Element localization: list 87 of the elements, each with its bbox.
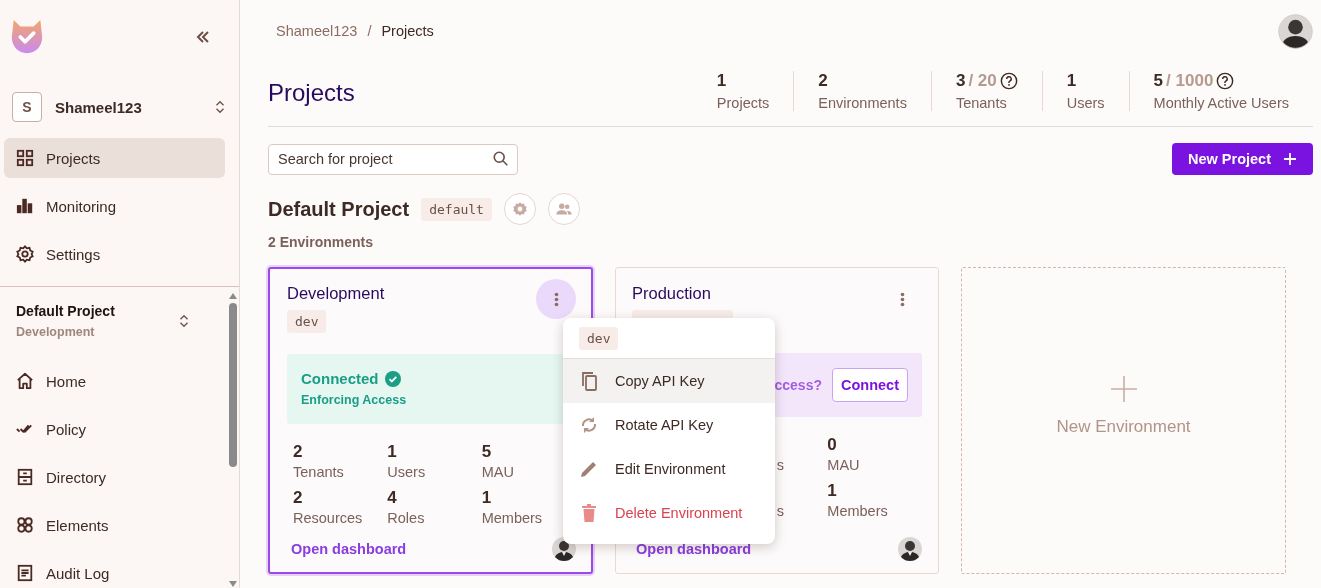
nav-item[interactable]: Audit Log bbox=[4, 553, 225, 588]
chevron-updown-icon[interactable] bbox=[213, 100, 227, 114]
stat-label: Members bbox=[827, 503, 889, 519]
stat-label: MAU bbox=[481, 463, 515, 480]
open-dashboard-link[interactable]: Open dashboard bbox=[636, 541, 752, 557]
help-icon[interactable] bbox=[999, 72, 1018, 90]
avatar bbox=[898, 537, 922, 561]
nav-item[interactable]: Projects bbox=[4, 138, 225, 178]
breadcrumb-link[interactable]: Shameel123 bbox=[276, 23, 358, 39]
org-name: Shameel123 bbox=[55, 98, 143, 116]
plus-icon bbox=[1283, 152, 1297, 166]
menu-item[interactable]: Copy API Key bbox=[563, 359, 775, 403]
trash-icon bbox=[579, 503, 599, 523]
plus-icon bbox=[1109, 374, 1138, 403]
pencil-icon bbox=[579, 459, 599, 479]
circles-icon bbox=[16, 516, 34, 534]
project-name: Default Project bbox=[16, 303, 116, 319]
search-field[interactable]: Search for project bbox=[268, 143, 518, 175]
stat-label: MAU bbox=[827, 457, 861, 473]
breadcrumb-separator: / bbox=[367, 23, 372, 39]
stat-value: 3 bbox=[955, 71, 966, 91]
nav-item[interactable]: Settings bbox=[4, 234, 225, 274]
org-initial: S bbox=[12, 92, 42, 122]
stat-label: Roles bbox=[387, 509, 426, 526]
stat-value: 2 bbox=[293, 487, 304, 508]
stat-value: 2 bbox=[293, 441, 304, 462]
nav-item[interactable]: Directory bbox=[4, 457, 225, 497]
stat-limit: / 20 bbox=[968, 71, 997, 91]
stat-value: 1 bbox=[716, 71, 727, 91]
status-detail: Enforcing Access bbox=[301, 393, 408, 408]
environment-tag: dev bbox=[579, 326, 619, 350]
stat-limit: / 1000 bbox=[1166, 71, 1214, 91]
project-tag: default bbox=[421, 197, 492, 221]
stat-value: 0 bbox=[827, 435, 838, 455]
search-icon bbox=[492, 149, 510, 168]
kebab-icon bbox=[899, 290, 905, 308]
stat-value: 1 bbox=[387, 441, 398, 462]
status-label: Connected bbox=[301, 370, 379, 388]
environment-name: Production bbox=[632, 283, 711, 303]
chevron-updown-icon[interactable] bbox=[177, 314, 191, 328]
connect-prompt: ccess? bbox=[774, 377, 822, 393]
environment-name: Development bbox=[287, 283, 385, 303]
stat-label: Environments bbox=[818, 95, 907, 111]
environment-tag: dev bbox=[287, 310, 327, 333]
kebab-icon bbox=[553, 290, 559, 308]
stat-value: 1 bbox=[827, 481, 838, 501]
user-avatar[interactable] bbox=[1278, 13, 1313, 49]
page-title: Projects bbox=[268, 79, 355, 107]
copy-icon bbox=[579, 371, 599, 391]
environment-count: 2 Environments bbox=[268, 234, 375, 250]
stat-label: Tenants bbox=[293, 463, 345, 480]
stat-value: 2 bbox=[818, 71, 828, 91]
settings-icon bbox=[511, 201, 528, 217]
check-circle-icon bbox=[384, 370, 401, 387]
connect-button[interactable]: Connect bbox=[832, 368, 908, 402]
settings-icon bbox=[16, 245, 34, 263]
document-icon bbox=[16, 564, 34, 582]
stat-value: 4 bbox=[387, 487, 398, 508]
stat-label: Users bbox=[1066, 95, 1105, 111]
stat-value: 5 bbox=[1153, 71, 1164, 91]
nav-item[interactable]: Policy bbox=[4, 409, 225, 449]
help-icon[interactable] bbox=[1216, 72, 1235, 90]
stat-label: Tenants bbox=[955, 95, 1008, 111]
new-environment-label: New Environment bbox=[1056, 416, 1191, 437]
stat-label: Users bbox=[387, 463, 427, 480]
environment-name: Development bbox=[16, 325, 96, 339]
stat-label: Resources bbox=[293, 509, 364, 526]
stat-value: 1 bbox=[481, 487, 493, 508]
nav-item[interactable]: Monitoring bbox=[4, 186, 225, 226]
stat-label: Members bbox=[481, 509, 544, 526]
stat-label: Projects bbox=[716, 95, 770, 111]
stat-value: 1 bbox=[1066, 71, 1077, 91]
stat-value: 5 bbox=[481, 441, 493, 462]
stat-label: s bbox=[775, 457, 785, 473]
new-project-button[interactable]: New Project bbox=[1172, 143, 1313, 175]
project-name: Default Project bbox=[268, 197, 410, 221]
rotate-icon bbox=[579, 415, 599, 435]
cabinet-icon bbox=[16, 468, 34, 486]
stat-label: Monthly Active Users bbox=[1153, 95, 1289, 111]
nav-item[interactable]: Elements bbox=[4, 505, 225, 545]
bar-chart-icon bbox=[16, 197, 34, 215]
home-icon bbox=[16, 372, 34, 390]
breadcrumb-current: Projects bbox=[381, 23, 434, 39]
collapse-icon[interactable] bbox=[195, 29, 211, 45]
grid-icon bbox=[16, 149, 34, 167]
nav-item[interactable]: Home bbox=[4, 361, 225, 401]
open-dashboard-link[interactable]: Open dashboard bbox=[291, 540, 407, 557]
